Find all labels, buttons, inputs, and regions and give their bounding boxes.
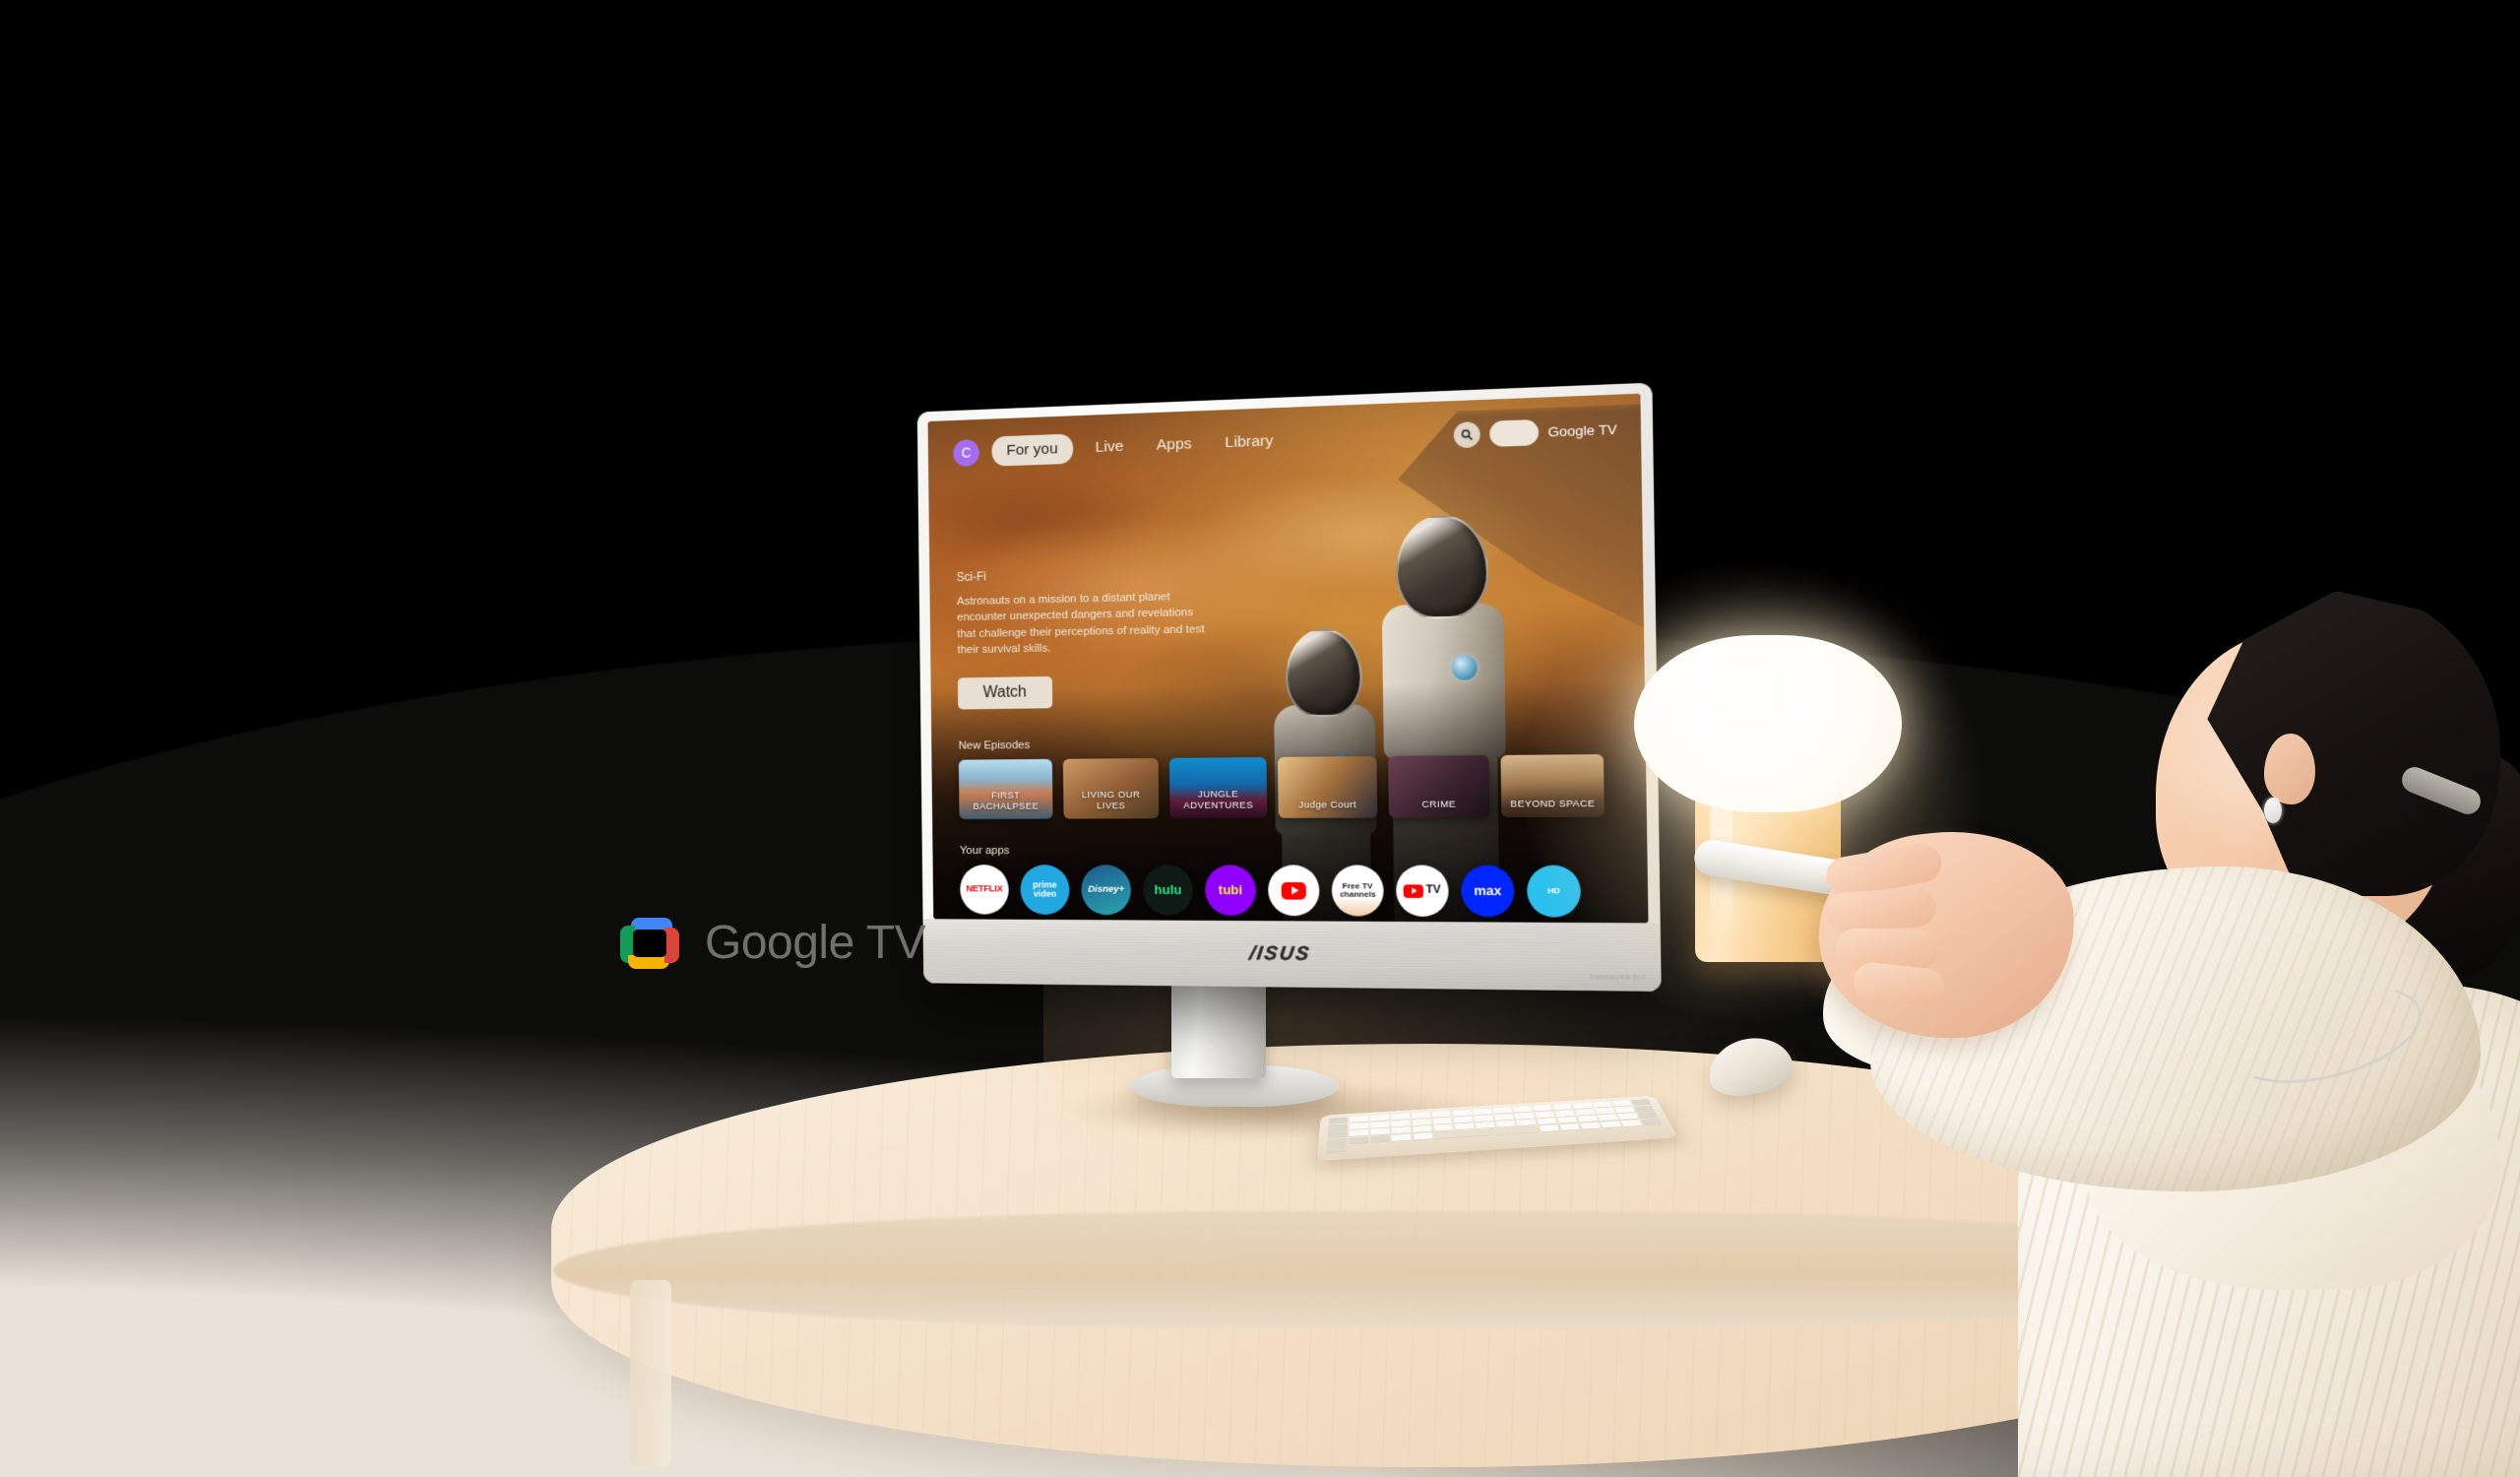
scene-stage: Google TV C For you Live Apps Library Go… [0,0,2520,1477]
earring [2264,798,2282,823]
card-beyond-space[interactable]: BEYOND SPACE [1500,754,1605,818]
prime-video-icon[interactable]: prime video [1020,865,1070,915]
app-label: HD [1547,885,1560,896]
youtube-tv-icon[interactable]: TV [1395,865,1449,917]
your-apps-strip: NETFLIX prime video Disney+ hulu tubi Fr… [960,865,1648,918]
disney-plus-icon[interactable]: Disney+ [1081,865,1132,916]
play-icon [1404,883,1424,898]
max-icon[interactable]: max [1461,865,1515,918]
card-title: CRIME [1421,799,1457,811]
monitor-chin: /ISUS harman/kardon [922,919,1662,992]
card-living-our-lives[interactable]: LIVING OUR LIVES [1062,757,1160,819]
monitor-bezel: C For you Live Apps Library Google TV Sc… [916,382,1662,992]
row-new-episodes: New Episodes FIRST BACHALPSEE LIVING OUR… [959,733,1647,819]
netflix-icon[interactable]: NETFLIX [960,865,1009,915]
google-tv-logo-icon [620,917,679,969]
lamp-dome [1634,635,1902,812]
app-label: Free TV channels [1339,880,1376,899]
tv-google-tv-label: Google TV [1547,420,1617,440]
card-judge-court[interactable]: Judge Court [1277,756,1378,818]
app-label: max [1474,882,1502,899]
watch-button[interactable]: Watch [957,676,1052,710]
app-label: NETFLIX [966,883,1003,895]
nav-right-group: Google TV [1453,416,1617,448]
asus-logo: /ISUS [1248,942,1313,965]
tab-library[interactable]: Library [1215,426,1284,457]
ear [2264,734,2315,804]
card-title: Judge Court [1298,799,1357,811]
asus-monitor: C For you Live Apps Library Google TV Sc… [916,382,1662,992]
app-label: Disney+ [1088,883,1125,895]
youtube-icon[interactable] [1267,865,1320,917]
card-first-bachalpsee[interactable]: FIRST BACHALPSEE [958,758,1053,819]
card-title: BEYOND SPACE [1510,798,1596,810]
google-tv-badge: Google TV [620,916,926,970]
card-title: JUNGLE ADVENTURES [1183,789,1254,812]
row-your-apps: Your apps NETFLIX prime video Disney+ hu… [960,844,1649,918]
card-title: LIVING OUR LIVES [1081,789,1141,812]
app-label: TV [1425,883,1441,897]
hulu-icon[interactable]: hulu [1142,865,1194,916]
new-episodes-strip: FIRST BACHALPSEE LIVING OUR LIVES JUNGLE… [958,754,1647,819]
tab-for-you[interactable]: For you [991,433,1073,467]
tab-apps[interactable]: Apps [1146,430,1202,461]
desk-leg [630,1280,671,1467]
harman-kardon-logo: harman/kardon [1590,974,1647,983]
hero-panel: Sci-Fi Astronauts on a mission to a dist… [956,563,1214,710]
profile-avatar[interactable]: C [953,438,979,467]
tubi-icon[interactable]: tubi [1204,865,1257,916]
app-label: hulu [1154,881,1182,898]
hd-app-icon[interactable]: HD [1526,865,1582,918]
free-tv-channels-icon[interactable]: Free TV channels [1331,865,1384,917]
app-label: prime video [1033,878,1057,899]
search-icon[interactable] [1453,420,1480,448]
google-tv-badge-label: Google TV [705,917,926,969]
nav-pill-button[interactable] [1488,418,1539,447]
play-icon [1281,881,1306,900]
hero-description: Astronauts on a mission to a distant pla… [956,591,1205,657]
app-label: tubi [1218,882,1243,898]
card-jungle-adventures[interactable]: JUNGLE ADVENTURES [1168,756,1268,819]
tab-live[interactable]: Live [1085,432,1133,462]
card-crime[interactable]: CRIME [1388,755,1490,818]
monitor-screen: C For you Live Apps Library Google TV Sc… [927,393,1649,924]
card-title: FIRST BACHALPSEE [973,790,1040,812]
row-your-apps-title: Your apps [959,845,1010,858]
